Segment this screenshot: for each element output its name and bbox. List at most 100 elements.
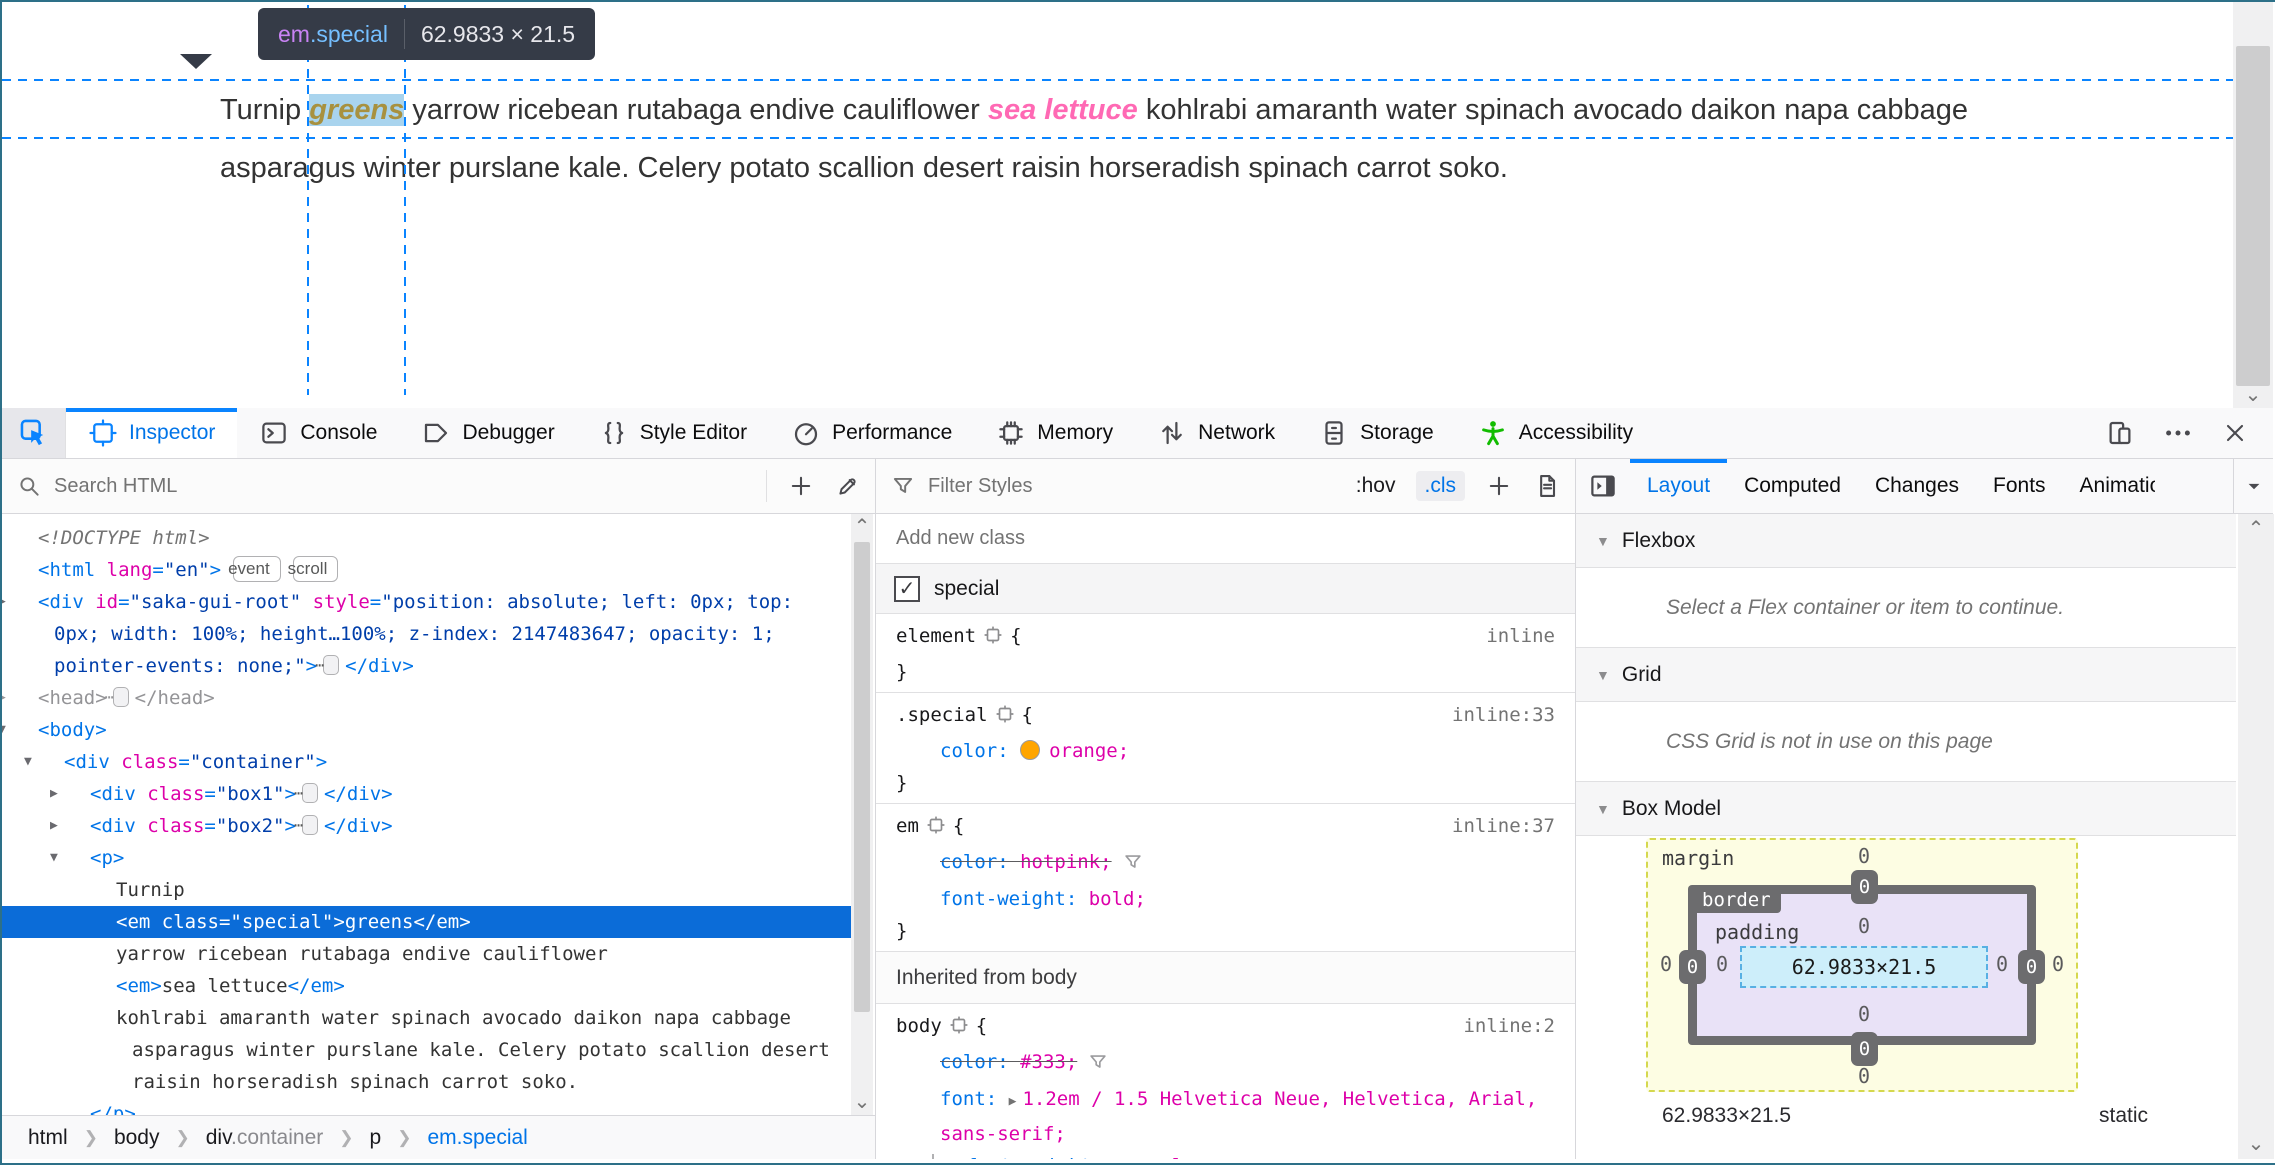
box-model-section-header[interactable]: ▼ Box Model <box>1576 782 2236 836</box>
property-value[interactable]: orange; <box>1049 740 1129 762</box>
breadcrumb-item-html[interactable]: html <box>28 1126 68 1150</box>
css-declaration[interactable]: color: #333; <box>876 1046 1575 1083</box>
markup-scrollbar[interactable]: ⌃ ⌄ <box>851 514 873 1115</box>
event-badge[interactable]: event <box>228 556 281 582</box>
highlight-matches-icon[interactable] <box>925 816 947 841</box>
sidebar-tab-animations[interactable]: Animations <box>2063 459 2155 513</box>
meatball-menu-icon[interactable] <box>2163 418 2193 448</box>
overridden-filter-icon[interactable] <box>1087 1055 1109 1078</box>
border-top-value[interactable]: 0 <box>1851 870 1878 904</box>
tab-performance[interactable]: Performance <box>769 408 974 458</box>
property-name[interactable]: color: <box>940 851 1020 873</box>
tab-network[interactable]: Network <box>1135 408 1297 458</box>
scroll-badge[interactable]: scroll <box>288 556 339 582</box>
markup-row[interactable]: ▼<body> <box>2 714 853 746</box>
padding-left-value[interactable]: 0 <box>1702 952 1742 976</box>
special-class-checkbox[interactable]: ✓ <box>894 575 920 602</box>
add-rule-button[interactable] <box>1485 472 1513 500</box>
tab-debugger[interactable]: Debugger <box>399 408 576 458</box>
markup-row[interactable]: <em>sea lettuce</em> <box>2 970 853 1002</box>
sidebar-toggle-icon[interactable] <box>1576 459 1630 513</box>
markup-row[interactable]: ▼ <p> <box>2 842 853 874</box>
property-name[interactable]: font: <box>940 1088 1009 1110</box>
markup-row[interactable]: ▼ <div class="container"> <box>2 746 853 778</box>
tab-inspector[interactable]: Inspector <box>66 408 238 458</box>
css-declaration[interactable]: color: orange; <box>876 735 1575 767</box>
class-toggle-button[interactable]: .cls <box>1415 471 1465 501</box>
scroll-down-icon[interactable]: ⌄ <box>2233 384 2273 406</box>
padding-top-value[interactable]: 0 <box>1844 914 1884 938</box>
markup-row[interactable]: ▶ <div class="box1">⋯ </div> <box>2 778 853 810</box>
markup-row-selected[interactable]: <em class="special">greens</em> <box>2 906 853 938</box>
property-value[interactable]: #333; <box>1020 1051 1077 1073</box>
page-scrollbar-thumb[interactable] <box>2236 46 2270 386</box>
tab-memory[interactable]: Memory <box>974 408 1135 458</box>
css-declaration[interactable]: color: hotpink; <box>876 846 1575 883</box>
sidebar-tab-changes[interactable]: Changes <box>1858 459 1976 513</box>
markup-row[interactable]: yarrow ricebean rutabaga endive cauliflo… <box>2 938 853 970</box>
rule-source-link[interactable]: inline:2 <box>1463 1010 1555 1042</box>
search-html-input[interactable]: Search HTML <box>54 475 177 498</box>
overridden-filter-icon[interactable] <box>1122 855 1144 878</box>
scroll-up-icon[interactable]: ⌃ <box>851 516 873 538</box>
grid-section-header[interactable]: ▼ Grid <box>1576 648 2236 702</box>
rule-selector[interactable]: element <box>896 625 976 647</box>
markup-row[interactable]: ▶ <div class="box2">⋯ </div> <box>2 810 853 842</box>
sidebar-tab-layout[interactable]: Layout <box>1630 459 1728 513</box>
eyedropper-icon[interactable] <box>835 473 861 499</box>
markup-row[interactable]: <!DOCTYPE html> <box>2 522 853 554</box>
property-name[interactable]: color: <box>940 1051 1020 1073</box>
filter-styles-input[interactable]: Filter Styles <box>928 475 1032 498</box>
tab-console[interactable]: Console <box>237 408 399 458</box>
rule-source-link[interactable]: inline <box>1486 620 1555 652</box>
tab-storage[interactable]: Storage <box>1297 408 1456 458</box>
property-name[interactable]: font-weight: <box>940 888 1089 910</box>
ellipsis-badge[interactable]: ⋯ <box>105 687 129 707</box>
markup-row[interactable]: ▶<div id="saka-gui-root" style="position… <box>2 586 853 682</box>
css-declaration[interactable]: font-weight: normal; <box>876 1150 1575 1159</box>
property-value[interactable]: bold; <box>1089 888 1146 910</box>
ellipsis-badge[interactable]: ⋯ <box>315 655 340 675</box>
markup-row[interactable]: ▶<head>⋯</head> <box>2 682 853 714</box>
markup-row[interactable]: <html lang="en"> event scroll <box>2 554 853 586</box>
css-declaration[interactable]: font-weight: bold; <box>876 883 1575 915</box>
layout-scrollbar[interactable]: ⌃ ⌄ <box>2238 514 2274 1159</box>
page-scrollbar[interactable]: ⌄ <box>2233 2 2273 408</box>
breadcrumb-item-p[interactable]: p <box>370 1126 382 1150</box>
property-value[interactable]: normal; <box>1115 1155 1195 1159</box>
padding-right-value[interactable]: 0 <box>1982 952 2022 976</box>
highlight-matches-icon[interactable] <box>994 705 1016 730</box>
scroll-down-icon[interactable]: ⌄ <box>2238 1133 2274 1155</box>
ellipsis-badge[interactable]: ⋯ <box>294 783 318 803</box>
element-picker-button[interactable] <box>2 408 66 458</box>
rule-source-link[interactable]: inline:33 <box>1452 699 1555 731</box>
border-bottom-value[interactable]: 0 <box>1851 1032 1878 1066</box>
markup-row[interactable]: </p> <box>2 1098 853 1115</box>
property-name[interactable]: font-weight: <box>966 1155 1115 1159</box>
close-icon[interactable] <box>2221 419 2249 447</box>
breadcrumb-item-em.special[interactable]: em.special <box>427 1126 527 1150</box>
rule-selector[interactable]: em <box>896 815 919 837</box>
border-right-value[interactable]: 0 <box>2018 950 2045 984</box>
margin-top-value[interactable]: 0 <box>1844 844 1884 868</box>
breadcrumb-item-body[interactable]: body <box>114 1126 160 1150</box>
tab-style-editor[interactable]: Style Editor <box>577 408 769 458</box>
markup-row[interactable]: kohlrabi amaranth water spinach avocado … <box>2 1002 853 1098</box>
markup-row[interactable]: Turnip <box>2 874 853 906</box>
highlight-matches-icon[interactable] <box>948 1016 970 1041</box>
tab-accessibility[interactable]: Accessibility <box>1456 408 1655 458</box>
color-swatch[interactable] <box>1020 740 1041 760</box>
pseudo-class-button[interactable]: :hov <box>1356 474 1396 498</box>
property-name[interactable]: color: <box>940 740 1020 762</box>
highlight-matches-icon[interactable] <box>982 626 1004 651</box>
add-node-button[interactable] <box>787 472 815 500</box>
rule-selector[interactable]: .special <box>896 704 988 726</box>
property-value[interactable]: hotpink; <box>1020 851 1112 873</box>
add-new-class-input[interactable]: Add new class <box>876 514 1575 564</box>
rule-selector[interactable]: body <box>896 1015 942 1037</box>
flexbox-section-header[interactable]: ▼ Flexbox <box>1576 514 2236 568</box>
ellipsis-badge[interactable]: ⋯ <box>294 815 318 835</box>
scroll-down-icon[interactable]: ⌄ <box>851 1091 873 1113</box>
expand-arrow-icon[interactable]: ▶ <box>1009 1094 1017 1109</box>
property-value[interactable]: 1.2em / 1.5 Helvetica Neue, Helvetica, A… <box>940 1088 1537 1145</box>
